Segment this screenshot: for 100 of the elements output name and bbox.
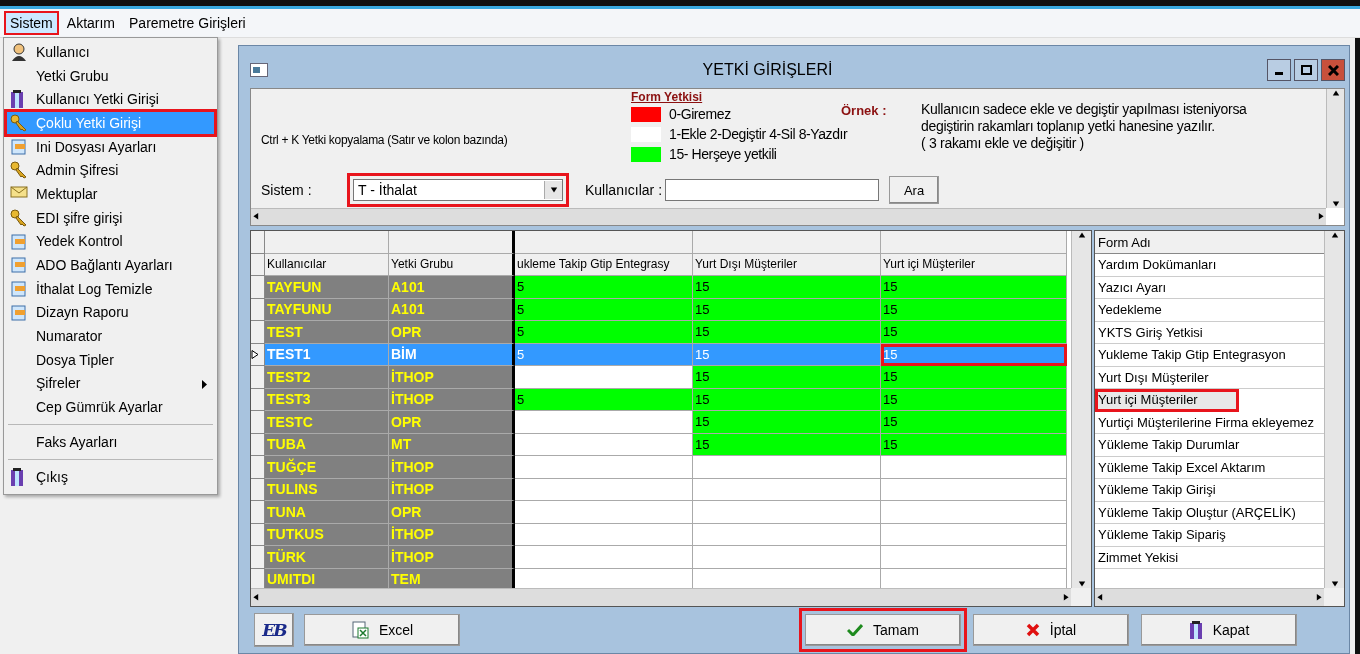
horizontal-scrollbar[interactable] xyxy=(1095,588,1324,606)
permission-cell[interactable]: 15 xyxy=(881,298,1067,321)
menu-item[interactable]: Kullanıcı Yetki Girişi xyxy=(6,87,215,112)
menu-item[interactable]: EDI şifre girişi xyxy=(6,205,215,230)
permission-cell[interactable] xyxy=(881,546,1067,569)
user-cell: TEST2 xyxy=(265,366,389,389)
close-button[interactable] xyxy=(1321,59,1345,81)
menu-item[interactable]: Çıkış xyxy=(6,464,215,489)
permission-cell[interactable] xyxy=(515,478,693,501)
menu-item[interactable]: Yetki Grubu xyxy=(6,63,215,88)
menu-item[interactable]: ADO Bağlantı Ayarları xyxy=(6,253,215,277)
permission-cell[interactable]: 15 xyxy=(693,276,881,299)
permission-cell[interactable]: 15 xyxy=(881,366,1067,389)
permission-cell[interactable] xyxy=(693,456,881,479)
permission-cell[interactable] xyxy=(693,501,881,524)
row-header[interactable] xyxy=(251,343,265,366)
permission-cell[interactable]: 15 xyxy=(881,411,1067,434)
key-icon xyxy=(10,161,28,180)
permission-cell[interactable] xyxy=(515,366,693,389)
permission-cell[interactable]: 5 xyxy=(515,276,693,299)
search-button[interactable]: Ara xyxy=(889,176,940,204)
permission-cell[interactable]: 15 xyxy=(693,388,881,411)
book-icon xyxy=(1188,621,1203,639)
envelope-icon xyxy=(10,185,28,200)
list-header: Form Adı xyxy=(1095,231,1324,254)
permission-cell[interactable] xyxy=(881,478,1067,501)
permission-cell[interactable]: 5 xyxy=(515,321,693,344)
menu-bar-item[interactable]: Paremetre Girişleri xyxy=(123,11,252,35)
example-text: Kullanıcın sadece ekle ve degiştir yapılması isteniyorsa xyxy=(921,101,1247,118)
group-cell: BİM xyxy=(389,343,515,366)
menu-item[interactable]: Admin Şifresi xyxy=(6,158,215,183)
permission-cell[interactable]: 15 xyxy=(881,388,1067,411)
permission-cell[interactable]: 15 xyxy=(881,321,1067,344)
permission-cell[interactable]: 15 xyxy=(881,276,1067,299)
permission-cell[interactable] xyxy=(515,523,693,546)
group-cell: TEM xyxy=(389,568,515,588)
menu-item[interactable]: Cep Gümrük Ayarlar xyxy=(6,395,215,419)
permission-cell[interactable]: 15 xyxy=(693,298,881,321)
permission-cell[interactable] xyxy=(693,546,881,569)
permission-cell[interactable] xyxy=(693,523,881,546)
minimize-button[interactable] xyxy=(1267,59,1291,81)
maximize-button[interactable] xyxy=(1294,59,1318,81)
menu-item[interactable]: Kullanıcı xyxy=(6,40,215,64)
scroll-arrow-icon[interactable] xyxy=(1331,89,1340,97)
user-cell: TUĞÇE xyxy=(265,456,389,479)
permission-cell[interactable]: 5 xyxy=(515,388,693,411)
ok-button[interactable]: Tamam xyxy=(805,614,961,646)
permission-cell[interactable]: 15 xyxy=(693,321,881,344)
dropdown-arrow-icon[interactable] xyxy=(549,186,558,194)
example-text: ( 3 rakamı ekle ve değişitir ) xyxy=(921,135,1085,152)
excel-button[interactable]: Excel xyxy=(304,614,460,646)
permission-cell[interactable] xyxy=(515,546,693,569)
permission-cell[interactable] xyxy=(515,411,693,434)
logo-button[interactable]: EB xyxy=(254,613,294,647)
permission-cell[interactable] xyxy=(881,523,1067,546)
scroll-arrow-icon[interactable] xyxy=(251,593,259,602)
permission-cell[interactable]: 15 xyxy=(693,433,881,456)
permission-cell[interactable]: 5 xyxy=(515,298,693,321)
vertical-scrollbar[interactable] xyxy=(1326,89,1344,208)
permission-cell[interactable]: 15 xyxy=(693,411,881,434)
scroll-arrow-icon[interactable] xyxy=(1330,231,1339,239)
column-header[interactable]: Kullanıcılar xyxy=(265,253,389,276)
menu-item[interactable]: Mektuplar xyxy=(6,182,215,206)
menu-bar-item[interactable]: Aktarım xyxy=(60,11,122,35)
menu-item[interactable]: Numarator xyxy=(6,324,215,348)
system-select[interactable]: T - İthalat xyxy=(353,179,563,201)
vertical-scrollbar[interactable] xyxy=(1071,231,1091,588)
menu-item[interactable]: Dizayn Raporu xyxy=(6,300,215,325)
permission-cell[interactable] xyxy=(515,456,693,479)
window-title: YETKİ GİRİŞLERİ xyxy=(701,60,834,79)
permission-cell[interactable]: 15 xyxy=(693,366,881,389)
scroll-arrow-icon[interactable] xyxy=(251,213,259,221)
list-item[interactable]: Yurt içi Müşteriler xyxy=(1095,389,1239,412)
permission-cell[interactable] xyxy=(881,456,1067,479)
horizontal-scrollbar[interactable] xyxy=(251,208,1326,225)
permission-cell[interactable]: 15 xyxy=(881,433,1067,456)
menu-bar-item[interactable]: Sistem xyxy=(4,11,59,35)
document-icon xyxy=(10,256,28,275)
permission-cell[interactable] xyxy=(515,501,693,524)
menu-item[interactable]: Faks Ayarları xyxy=(6,430,215,454)
column-header[interactable]: Yurt içi Müşteriler xyxy=(881,253,1067,276)
permission-cell[interactable] xyxy=(693,478,881,501)
group-cell: A101 xyxy=(389,276,515,299)
permission-cell[interactable] xyxy=(881,501,1067,524)
scroll-arrow-icon[interactable] xyxy=(1077,231,1086,239)
column-header[interactable]: Yetki Grubu xyxy=(389,253,515,276)
permission-cell[interactable] xyxy=(515,433,693,456)
menu-item[interactable]: İthalat Log Temizle xyxy=(6,276,215,301)
menu-item[interactable]: Şifreler xyxy=(6,371,215,396)
cancel-button[interactable]: İptal xyxy=(973,614,1129,646)
menu-item[interactable]: Dosya Tipler xyxy=(6,347,215,372)
vertical-scrollbar[interactable] xyxy=(1324,231,1344,588)
group-cell: İTHOP xyxy=(389,388,515,411)
users-input[interactable] xyxy=(665,179,880,201)
menu-item[interactable]: Yedek Kontrol xyxy=(6,229,215,254)
horizontal-scrollbar[interactable] xyxy=(251,588,1071,606)
close-button[interactable]: Kapat xyxy=(1141,614,1297,646)
menu-item[interactable]: Ini Dosyası Ayarları xyxy=(6,134,215,159)
column-header[interactable]: ukleme Takip Gtip Entegrasy xyxy=(515,253,693,276)
column-header[interactable]: Yurt Dışı Müşteriler xyxy=(693,253,881,276)
